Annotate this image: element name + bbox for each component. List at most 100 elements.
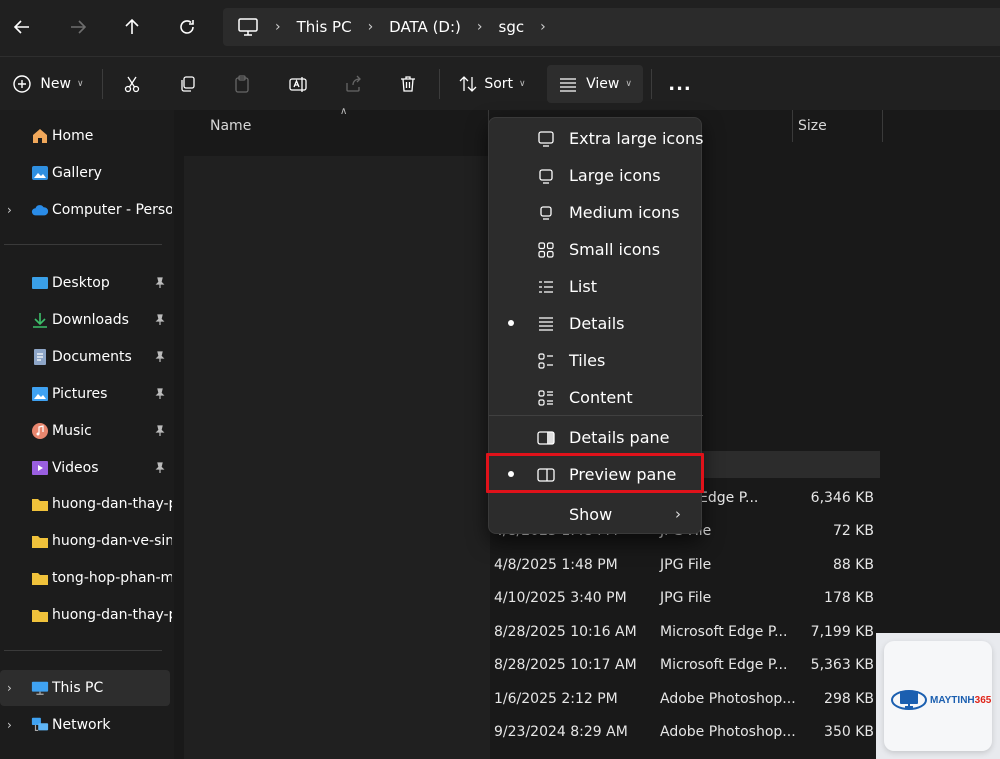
chevron-right-icon[interactable]: › — [477, 19, 483, 35]
menu-item-details-pane[interactable]: Details pane — [489, 419, 703, 456]
sidebar-item-videos[interactable]: Videos — [0, 452, 174, 484]
computer-icon[interactable] — [237, 17, 259, 37]
column-header-name[interactable]: Name — [210, 118, 251, 134]
table-row[interactable]: 1/6/2025 2:12 PM Adobe Photoshop... 298 KB — [490, 683, 880, 716]
menu-item-tiles[interactable]: Tiles — [489, 342, 703, 379]
sidebar-item-pictures[interactable]: Pictures — [0, 378, 174, 410]
sidebar-item-documents[interactable]: Documents — [0, 341, 174, 373]
chevron-right-icon[interactable]: › — [275, 19, 281, 35]
menu-item-label: Details pane — [569, 428, 670, 447]
menu-item-content[interactable]: Content — [489, 379, 703, 416]
sidebar-item-this-pc[interactable]: › This PC — [0, 670, 170, 706]
pin-icon — [155, 351, 165, 362]
table-row[interactable]: 8/28/2025 10:17 AM Microsoft Edge P... 5,3… — [490, 649, 880, 682]
sidebar-folder[interactable]: tong-hop-phan-me — [0, 562, 174, 594]
row-type: Adobe Photoshop... — [660, 724, 796, 740]
more-options-button[interactable]: ... — [660, 65, 700, 103]
table-row[interactable]: 8/28/2025 10:16 AM Microsoft Edge P... 7,1… — [490, 616, 880, 649]
watermark-brand-text: MAYTINH — [930, 695, 975, 706]
up-button[interactable] — [112, 8, 152, 46]
rename-button[interactable] — [278, 65, 318, 103]
view-details-icon — [560, 78, 577, 92]
sidebar-item-home[interactable]: Home — [0, 120, 174, 152]
toolbar-divider — [439, 69, 440, 99]
menu-item-details[interactable]: Details — [489, 305, 703, 342]
breadcrumb-data-drive[interactable]: DATA (D:) — [389, 18, 461, 36]
sidebar-folder[interactable]: huong-dan-ve-sinh — [0, 525, 174, 557]
refresh-button[interactable] — [167, 8, 207, 46]
chevron-right-icon[interactable]: › — [368, 19, 374, 35]
sidebar-item-network[interactable]: › Network — [0, 709, 174, 741]
back-button[interactable] — [2, 8, 42, 46]
menu-item-show[interactable]: Show › — [489, 496, 703, 533]
table-row[interactable]: 4/10/2025 3:40 PM JPG File 178 KB — [490, 582, 880, 615]
menu-item-label: Show — [569, 505, 613, 524]
paste-button[interactable] — [222, 65, 262, 103]
table-row[interactable]: 4/8/2025 1:48 PM JPG File 88 KB — [490, 549, 880, 582]
up-arrow-icon — [125, 18, 139, 34]
table-row[interactable]: 9/23/2024 8:29 AM Adobe Photoshop... 350 K… — [490, 716, 880, 749]
more-icon: ... — [668, 73, 692, 95]
chevron-right-icon[interactable]: › — [540, 19, 546, 35]
breadcrumb-sgc[interactable]: sgc — [499, 18, 525, 36]
medium-icons-icon — [540, 206, 552, 220]
row-type: JPG File — [660, 557, 712, 573]
sidebar-item-downloads[interactable]: Downloads — [0, 304, 174, 336]
sort-button[interactable]: Sort ∨ — [450, 65, 534, 103]
onedrive-icon — [31, 201, 49, 219]
sidebar-item-label: Network — [52, 717, 111, 733]
toolbar-divider — [651, 69, 652, 99]
share-button[interactable] — [333, 65, 373, 103]
forward-button[interactable] — [58, 8, 98, 46]
sidebar-folder[interactable]: huong-dan-thay-pin — [0, 599, 174, 631]
menu-item-label: Tiles — [569, 351, 606, 370]
menu-item-large-icons[interactable]: Large icons — [489, 157, 703, 194]
pin-icon — [155, 388, 165, 399]
folder-icon — [31, 532, 49, 550]
cut-button[interactable] — [112, 65, 152, 103]
command-bar: New ∨ Sort ∨ View ∨ ... — [0, 56, 1000, 110]
sidebar-item-desktop[interactable]: Desktop — [0, 267, 174, 299]
menu-item-list[interactable]: List — [489, 268, 703, 305]
pin-icon — [155, 314, 165, 325]
sidebar-item-onedrive[interactable]: › Computer - Persona — [0, 194, 174, 226]
row-size: 178 KB — [824, 590, 874, 606]
back-arrow-icon — [13, 20, 29, 34]
menu-item-medium-icons[interactable]: Medium icons — [489, 194, 703, 231]
menu-item-label: Small icons — [569, 240, 661, 259]
view-label: View — [586, 76, 620, 92]
row-type: JPG File — [660, 590, 712, 606]
chevron-right-icon[interactable]: › — [7, 681, 12, 695]
column-separator[interactable] — [792, 110, 793, 142]
breadcrumb-this-pc[interactable]: This PC — [297, 18, 352, 36]
sidebar-item-music[interactable]: Music — [0, 415, 174, 447]
tiles-icon — [538, 353, 553, 369]
new-button[interactable]: New ∨ — [8, 65, 88, 103]
chevron-down-icon: ∨ — [519, 79, 526, 89]
sidebar-item-label: This PC — [52, 680, 104, 696]
chevron-right-icon[interactable]: › — [7, 718, 12, 732]
sidebar-folder[interactable]: huong-dan-thay-pin — [0, 488, 174, 520]
sort-ascending-icon: ∧ — [340, 106, 348, 117]
column-header-size[interactable]: Size — [798, 118, 827, 134]
row-size: 5,363 KB — [810, 657, 874, 673]
sidebar-item-label: tong-hop-phan-me — [52, 570, 172, 586]
desktop-folder-icon — [31, 274, 49, 292]
chevron-right-icon[interactable]: › — [7, 203, 12, 217]
sidebar-item-gallery[interactable]: Gallery — [0, 157, 174, 189]
gallery-icon — [31, 164, 49, 182]
home-icon — [31, 127, 49, 145]
sidebar-item-label: huong-dan-ve-sinh — [52, 533, 172, 549]
menu-item-small-icons[interactable]: Small icons — [489, 231, 703, 268]
menu-item-extra-large-icons[interactable]: Extra large icons — [489, 120, 703, 157]
videos-icon — [31, 459, 49, 477]
copy-button[interactable] — [167, 65, 207, 103]
menu-divider — [489, 415, 703, 416]
view-button[interactable]: View ∨ — [547, 65, 643, 103]
maytinh365-logo-icon — [891, 690, 927, 710]
sidebar-divider — [4, 650, 162, 651]
delete-button[interactable] — [388, 65, 428, 103]
column-separator[interactable] — [882, 110, 883, 142]
preview-pane-highlight-box — [486, 453, 704, 493]
details-icon — [539, 317, 553, 331]
